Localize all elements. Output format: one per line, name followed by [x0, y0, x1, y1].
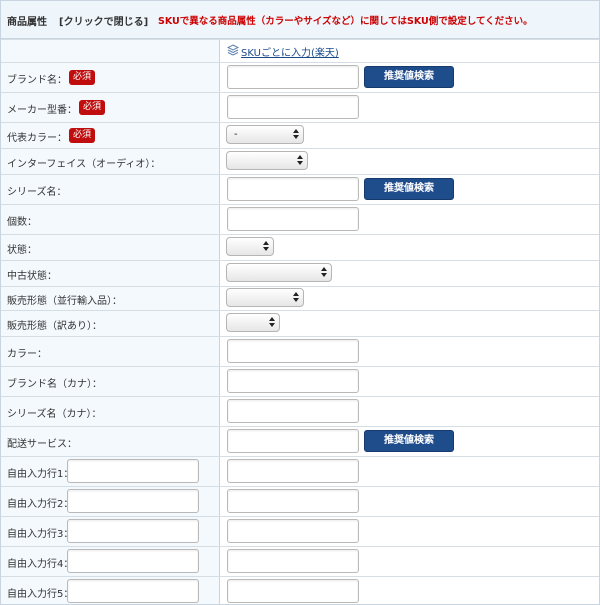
- row-divider: [1, 286, 599, 287]
- free-row-label: 自由入力行3：: [7, 529, 74, 540]
- select-arrows-icon: [293, 129, 299, 140]
- select-dropdown[interactable]: [226, 237, 274, 256]
- select-arrows-icon: [297, 155, 303, 166]
- row-divider: [1, 576, 599, 577]
- column-divider: [219, 39, 220, 604]
- select-dropdown[interactable]: [226, 151, 308, 170]
- field-label: 代表カラー：: [7, 133, 67, 144]
- sku-input-link[interactable]: SKUごとに入力(楽天): [241, 44, 339, 59]
- recommended-search-button[interactable]: 推奨値検索: [364, 178, 454, 200]
- field-label: シリーズ名：: [7, 187, 67, 198]
- required-badge: 必須: [79, 100, 106, 115]
- row-divider: [1, 310, 599, 311]
- text-input[interactable]: [227, 65, 359, 89]
- row-divider: [1, 336, 599, 337]
- free-row-key-input[interactable]: [67, 549, 199, 573]
- free-row-key-input[interactable]: [67, 489, 199, 513]
- field-label: 状態：: [7, 245, 37, 256]
- required-badge: 必須: [69, 70, 96, 85]
- field-label: 販売形態（訳あり）：: [7, 321, 102, 332]
- select-arrows-icon: [293, 292, 299, 303]
- row-divider: [1, 234, 599, 235]
- field-label: ブランド名（カナ）：: [7, 379, 102, 390]
- free-row-label: 自由入力行1：: [7, 469, 74, 480]
- select-arrows-icon: [269, 317, 275, 328]
- recommended-search-button[interactable]: 推奨値検索: [364, 66, 454, 88]
- select-dropdown[interactable]: [226, 288, 304, 307]
- free-row-value-input[interactable]: [227, 519, 359, 543]
- free-row-label: 自由入力行4：: [7, 559, 74, 570]
- sku-note: SKUで異なる商品属性（カラーやサイズなど）に関してはSKU側で設定してください…: [158, 16, 533, 27]
- product-attributes-panel: 商品属性 [クリックで閉じる] SKUで異なる商品属性（カラーやサイズなど）に関…: [0, 0, 600, 605]
- field-label: ブランド名：: [7, 75, 67, 86]
- row-divider: [1, 174, 599, 175]
- text-input[interactable]: [227, 339, 359, 363]
- free-row-value-input[interactable]: [227, 489, 359, 513]
- field-label: カラー：: [7, 349, 47, 360]
- free-row-key-input[interactable]: [67, 459, 199, 483]
- row-divider: [1, 122, 599, 123]
- row-divider: [1, 204, 599, 205]
- row-divider: [1, 366, 599, 367]
- free-row-label: 自由入力行5：: [7, 589, 74, 600]
- field-label: 販売形態（並行輸入品）：: [7, 296, 122, 307]
- field-label: 中古状態：: [7, 271, 57, 282]
- free-row-value-input[interactable]: [227, 459, 359, 483]
- row-divider: [1, 62, 599, 63]
- row-divider: [1, 546, 599, 547]
- select-dropdown[interactable]: [226, 313, 280, 332]
- recommended-search-button[interactable]: 推奨値検索: [364, 430, 454, 452]
- row-divider: [1, 396, 599, 397]
- row-divider: [1, 486, 599, 487]
- text-input[interactable]: [227, 95, 359, 119]
- required-badge: 必須: [69, 128, 96, 143]
- row-divider: [1, 148, 599, 149]
- select-dropdown[interactable]: [226, 263, 332, 282]
- panel-title: 商品属性: [7, 17, 47, 28]
- text-input[interactable]: [227, 399, 359, 423]
- select-arrows-icon: [263, 241, 269, 252]
- text-input[interactable]: [227, 369, 359, 393]
- text-input[interactable]: [227, 177, 359, 201]
- row-divider: [1, 260, 599, 261]
- select-arrows-icon: [321, 267, 327, 278]
- free-row-value-input[interactable]: [227, 579, 359, 603]
- free-row-value-input[interactable]: [227, 549, 359, 573]
- row-divider: [1, 92, 599, 93]
- free-row-key-input[interactable]: [67, 579, 199, 603]
- panel-header: 商品属性 [クリックで閉じる] SKUで異なる商品属性（カラーやサイズなど）に関…: [1, 1, 599, 39]
- row-divider: [1, 426, 599, 427]
- field-label: メーカー型番：: [7, 105, 77, 116]
- text-input[interactable]: [227, 429, 359, 453]
- row-divider: [1, 516, 599, 517]
- field-label: シリーズ名（カナ）：: [7, 409, 102, 420]
- free-row-label: 自由入力行2：: [7, 499, 74, 510]
- free-row-key-input[interactable]: [67, 519, 199, 543]
- field-label: 個数：: [7, 217, 37, 228]
- text-input[interactable]: [227, 207, 359, 231]
- select-value: -: [234, 129, 238, 140]
- layers-icon: [227, 44, 239, 56]
- row-divider: [1, 456, 599, 457]
- field-label: 配送サービス：: [7, 439, 77, 450]
- collapse-toggle[interactable]: [クリックで閉じる]: [59, 13, 148, 28]
- header-divider: [1, 39, 599, 40]
- field-label: インターフェイス（オーディオ）：: [7, 159, 161, 170]
- select-dropdown[interactable]: -: [226, 125, 304, 144]
